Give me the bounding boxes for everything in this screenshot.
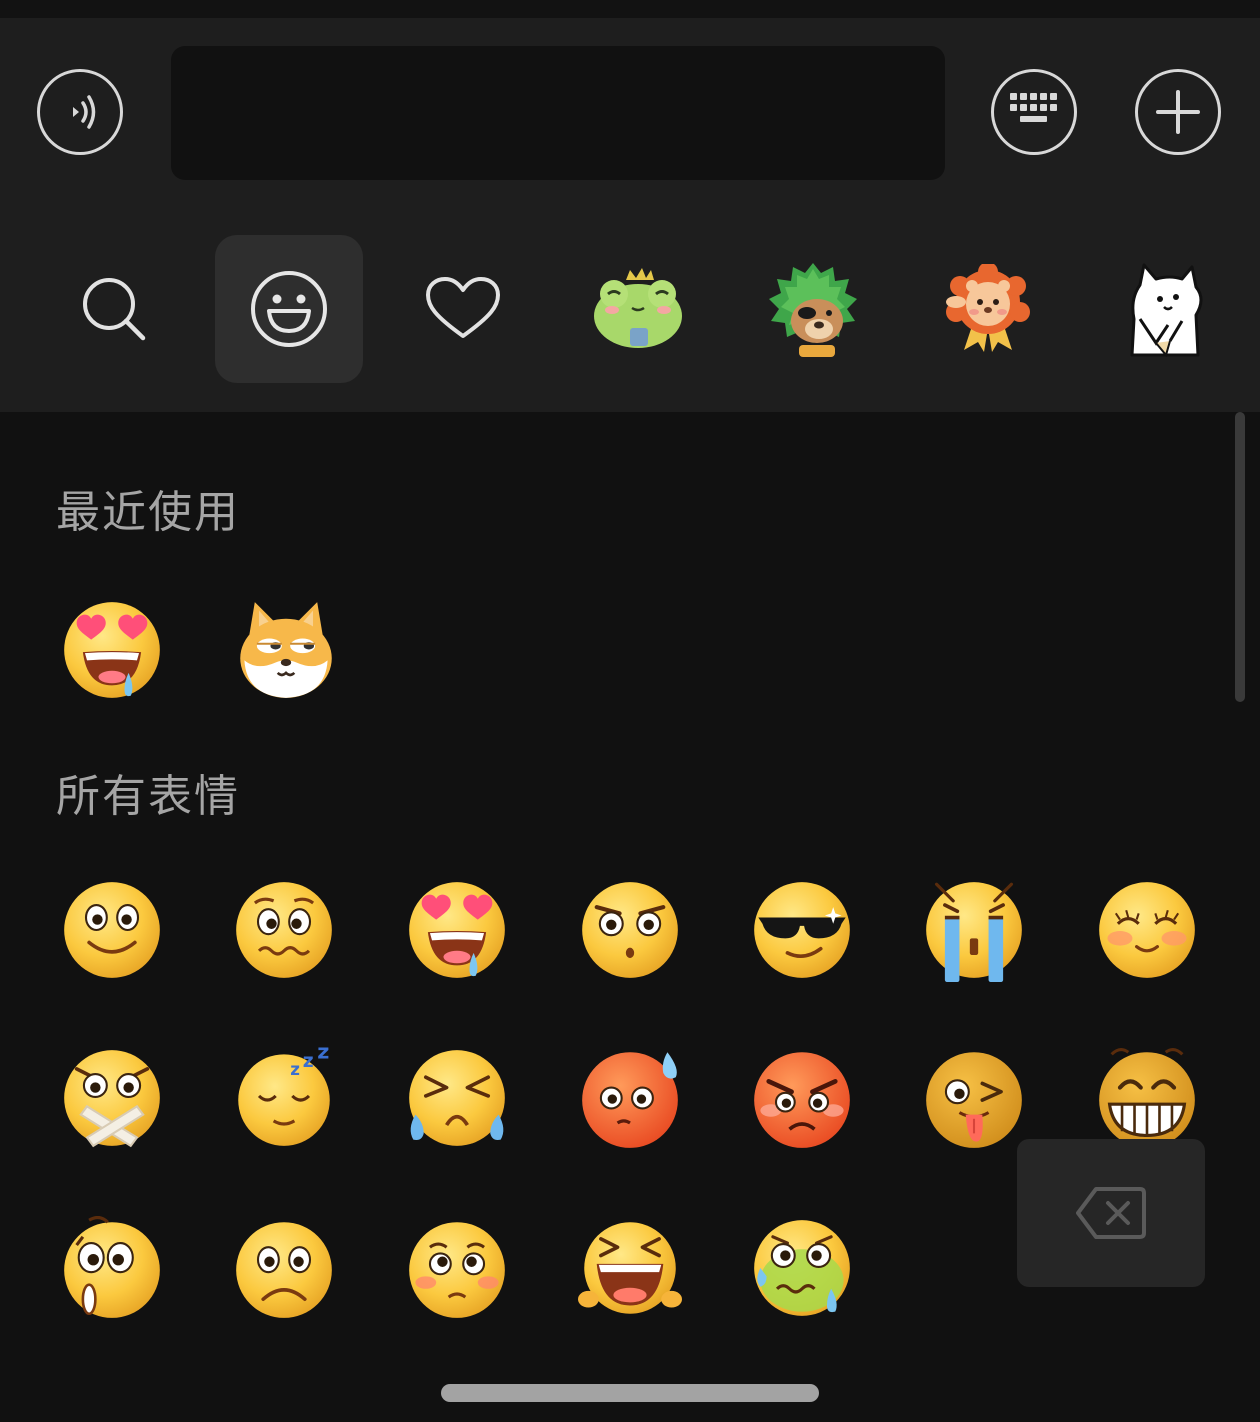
emoji-panel-scrollbar[interactable]	[1235, 412, 1245, 702]
blush-emoji[interactable]	[405, 1216, 509, 1320]
chat-input-bar	[0, 18, 1260, 208]
svg-text:z: z	[317, 1046, 329, 1063]
smile-emoji[interactable]	[60, 878, 164, 982]
tab-lion-badge-stickers[interactable]	[914, 235, 1062, 383]
heart-eyes-drool-emoji[interactable]	[60, 598, 164, 702]
smiley-icon	[251, 271, 327, 347]
tab-green-lion-stickers[interactable]	[739, 235, 887, 383]
sob-emoji[interactable]	[405, 1046, 509, 1150]
tab-favorites[interactable]	[389, 235, 537, 383]
more-button[interactable]	[1135, 69, 1221, 155]
shy-emoji[interactable]	[1095, 878, 1199, 982]
plus-icon	[1156, 90, 1200, 134]
voice-wave-icon	[73, 95, 96, 129]
backspace-icon	[1076, 1187, 1146, 1239]
tab-frog-stickers[interactable]	[564, 235, 712, 383]
sad-emoji[interactable]	[232, 1216, 336, 1320]
delete-button[interactable]	[1017, 1139, 1205, 1287]
angry-emoji[interactable]	[750, 1046, 854, 1150]
embarrassed-emoji[interactable]	[578, 1046, 682, 1150]
doge-cat-emoji[interactable]	[234, 598, 338, 702]
shut-mouth-emoji[interactable]	[60, 1046, 164, 1150]
crying-emoji[interactable]	[922, 878, 1026, 982]
laugh-cry-emoji[interactable]	[578, 1216, 682, 1320]
nauseous-emoji[interactable]	[750, 1216, 854, 1320]
svg-text:z: z	[303, 1051, 314, 1072]
sunglasses-emoji[interactable]	[750, 878, 854, 982]
tab-white-cat-stickers[interactable]	[1086, 235, 1234, 383]
frog-sticker-pack-icon	[594, 268, 682, 348]
status-strip	[0, 0, 1260, 18]
wavy-mouth-emoji[interactable]	[232, 878, 336, 982]
grin-emoji[interactable]	[1095, 1046, 1199, 1150]
wink-tongue-emoji[interactable]	[922, 1046, 1026, 1150]
keyboard-icon	[1010, 93, 1057, 122]
voice-button[interactable]	[37, 69, 123, 155]
shocked-emoji[interactable]	[60, 1216, 164, 1320]
green-lion-sticker-pack-icon	[769, 263, 857, 357]
heart-eyes-drool-emoji[interactable]	[405, 878, 509, 982]
tab-search[interactable]	[40, 235, 188, 383]
lion-badge-sticker-pack-icon	[946, 264, 1030, 352]
emoji-category-tabs	[0, 208, 1260, 412]
heart-icon	[426, 277, 500, 338]
tab-emoji[interactable]	[215, 235, 363, 383]
white-cat-sticker-pack-icon	[1130, 263, 1203, 358]
svg-text:z: z	[290, 1060, 300, 1079]
recent-section-title: 最近使用	[56, 487, 240, 538]
stunned-emoji[interactable]	[578, 878, 682, 982]
search-icon	[83, 278, 146, 341]
message-input[interactable]	[171, 46, 945, 180]
all-section-title: 所有表情	[56, 771, 240, 822]
home-indicator[interactable]	[441, 1384, 819, 1402]
sleepy-emoji[interactable]: z z z	[232, 1046, 336, 1150]
keyboard-button[interactable]	[991, 69, 1077, 155]
